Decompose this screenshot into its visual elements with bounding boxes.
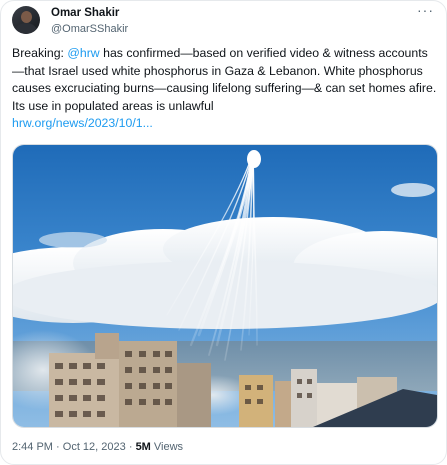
avatar-body bbox=[15, 23, 37, 34]
tweet-prefix: Breaking: bbox=[12, 46, 68, 60]
tweet-meta: 2:44 PM · Oct 12, 2023 · 5M Views bbox=[12, 441, 183, 453]
article-link[interactable]: hrw.org/news/2023/10/1... bbox=[12, 116, 153, 130]
tweet-time[interactable]: 2:44 PM bbox=[12, 441, 53, 453]
photo-scene bbox=[13, 145, 437, 427]
meta-separator: · bbox=[56, 441, 60, 453]
views-count: 5M bbox=[135, 441, 151, 453]
meta-separator: · bbox=[128, 441, 133, 453]
shell-burst bbox=[247, 150, 261, 168]
author-name[interactable]: Omar Shakir bbox=[51, 7, 119, 19]
avatar-head bbox=[21, 11, 32, 23]
mention-link[interactable]: @hrw bbox=[67, 46, 99, 60]
avatar[interactable] bbox=[12, 6, 40, 34]
tweet-date[interactable]: Oct 12, 2023 bbox=[63, 441, 126, 453]
views-label: Views bbox=[153, 441, 184, 453]
tweet-text: Breaking: @hrw has confirmed—based on ve… bbox=[12, 45, 437, 133]
author-handle[interactable]: @OmarSShakir bbox=[51, 23, 128, 35]
more-options-icon[interactable]: ··· bbox=[417, 2, 434, 18]
tweet-photo[interactable] bbox=[12, 144, 438, 428]
tweet-card[interactable]: Omar Shakir @OmarSShakir ··· Breaking: @… bbox=[0, 0, 447, 465]
